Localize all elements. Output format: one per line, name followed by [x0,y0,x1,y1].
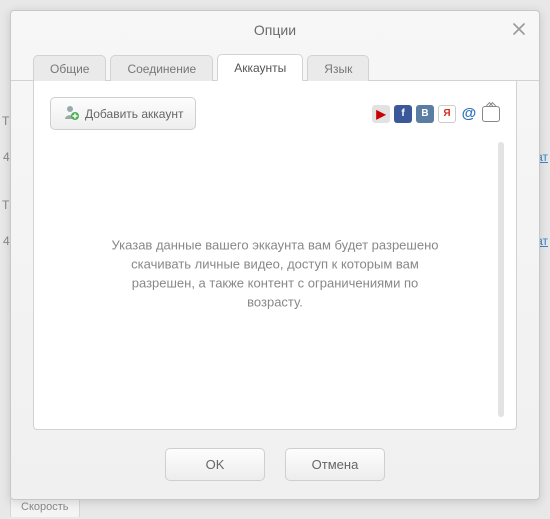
accounts-list-area: Указав данные вашего эккаунта вам будет … [50,142,500,417]
tab-general[interactable]: Общие [33,55,106,81]
add-account-button[interactable]: Добавить аккаунт [50,97,196,130]
bg-text: 4 [3,150,10,164]
tab-accounts[interactable]: Аккаунты [217,54,303,81]
options-dialog: Опции Общие Соединение Аккаунты Язык Доб [10,10,540,500]
tv-icon[interactable] [482,106,500,122]
tab-language[interactable]: Язык [307,55,369,81]
add-account-label: Добавить аккаунт [85,107,183,121]
scrollbar[interactable] [498,142,504,417]
service-icons: ▶ f B Я @ [372,105,500,123]
dialog-titlebar: Опции [11,11,539,49]
panel-top-row: Добавить аккаунт ▶ f B Я @ [50,97,500,130]
close-button[interactable] [509,19,529,39]
dialog-footer: OK Отмена [11,444,539,499]
vk-icon[interactable]: B [416,105,434,123]
dialog-title: Опции [254,22,296,38]
ok-button[interactable]: OK [165,448,265,481]
mailru-icon[interactable]: @ [460,105,478,123]
facebook-icon[interactable]: f [394,105,412,123]
accounts-panel: Добавить аккаунт ▶ f B Я @ Указав данные… [33,81,517,430]
yandex-icon[interactable]: Я [438,105,456,123]
youtube-icon[interactable]: ▶ [372,105,390,123]
tabs: Общие Соединение Аккаунты Язык [11,49,539,81]
tab-connection[interactable]: Соединение [110,55,213,81]
scroll-thumb[interactable] [498,142,504,417]
cancel-button[interactable]: Отмена [285,448,385,481]
add-user-icon [63,104,79,123]
bg-text: 4 [3,234,10,248]
accounts-hint-text: Указав данные вашего эккаунта вам будет … [110,236,440,311]
